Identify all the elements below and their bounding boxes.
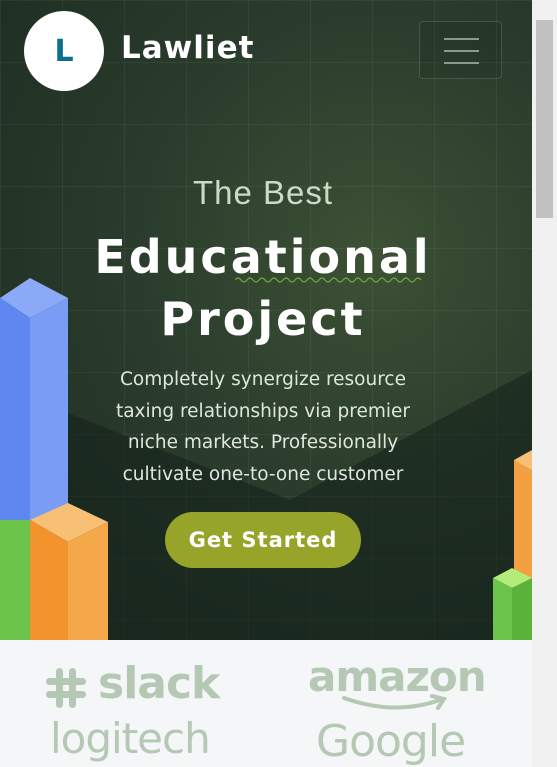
- get-started-button[interactable]: Get Started: [165, 512, 361, 568]
- slack-icon: [46, 668, 86, 708]
- hero-description: Completely synergize resource taxing rel…: [115, 369, 411, 485]
- amazon-smile-icon: [342, 694, 448, 710]
- partner-logo-google: Google: [316, 716, 466, 767]
- brand-name[interactable]: Lawliet: [121, 30, 254, 66]
- green-bar-right-graphic: [493, 568, 532, 640]
- page: L Lawliet The Best Educational Project C…: [0, 0, 532, 767]
- hero-subtitle: The Best: [192, 174, 334, 211]
- scrollbar-thumb[interactable]: [536, 20, 553, 218]
- orange-bar-graphic: [30, 503, 108, 640]
- hero-section: L Lawliet The Best Educational Project C…: [0, 0, 532, 640]
- scrollbar[interactable]: [532, 0, 557, 767]
- partner-logos-section: slack amazon logitech Google: [0, 640, 532, 767]
- hamburger-menu-icon-bar: [444, 62, 479, 64]
- spellcheck-underline: [235, 277, 422, 283]
- logo-letter: L: [54, 33, 74, 69]
- logo[interactable]: L: [24, 11, 104, 91]
- partner-logo-logitech: logitech: [50, 714, 211, 763]
- partner-logo-slack: slack: [98, 658, 220, 709]
- hero-title: Educational Project: [0, 226, 526, 350]
- menu-toggle-button[interactable]: [419, 21, 502, 79]
- hamburger-menu-icon: [444, 38, 479, 40]
- hamburger-menu-icon-bar: [444, 50, 479, 52]
- hero-title-line-2: Project: [160, 292, 366, 346]
- green-bar-left-graphic: [0, 520, 30, 640]
